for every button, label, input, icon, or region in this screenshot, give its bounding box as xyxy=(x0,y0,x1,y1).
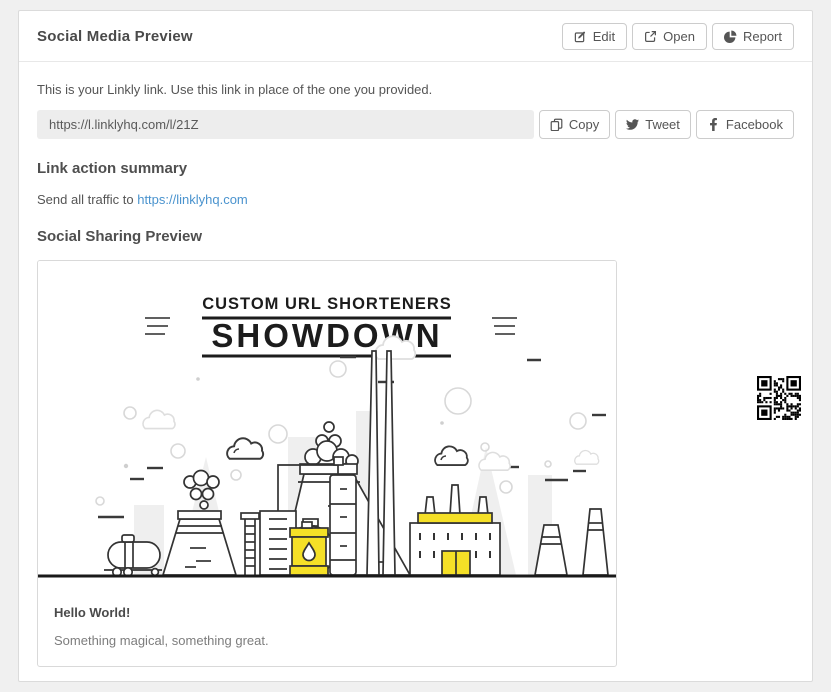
page-title: Social Media Preview xyxy=(37,28,193,45)
destination-link[interactable]: https://linklyhq.com xyxy=(137,192,248,207)
tweet-button[interactable]: Tweet xyxy=(615,110,691,139)
short-link-field[interactable]: https://l.linklyhq.com/l/21Z xyxy=(37,110,534,139)
open-button-label: Open xyxy=(663,30,695,43)
share-card-text: Hello World! Something magical, somethin… xyxy=(38,581,616,666)
poster-kicker: CUSTOM URL SHORTENERS xyxy=(202,295,452,313)
link-action-summary-heading: Link action summary xyxy=(37,160,794,177)
panel-body: This is your Linkly link. Use this link … xyxy=(19,62,812,681)
twitter-icon xyxy=(626,118,639,131)
share-card-illustration: CUSTOM URL SHORTENERS SHOWDOWN xyxy=(38,261,616,581)
facebook-button-label: Facebook xyxy=(726,118,783,131)
tweet-button-label: Tweet xyxy=(645,118,680,131)
social-media-preview-panel: Social Media Preview Edit Open xyxy=(18,10,813,682)
share-card-title: Hello World! xyxy=(54,605,600,620)
short-link-row: https://l.linklyhq.com/l/21Z Copy Tweet … xyxy=(37,110,794,139)
intro-text: This is your Linkly link. Use this link … xyxy=(37,82,794,97)
facebook-icon xyxy=(707,118,720,131)
copy-button[interactable]: Copy xyxy=(539,110,610,139)
header-toolbar: Edit Open Report xyxy=(557,23,794,50)
facebook-button[interactable]: Facebook xyxy=(696,110,794,139)
social-sharing-preview-heading: Social Sharing Preview xyxy=(37,228,794,245)
report-button-label: Report xyxy=(743,30,782,43)
edit-icon xyxy=(574,30,587,43)
panel-header: Social Media Preview Edit Open xyxy=(19,11,812,62)
open-button[interactable]: Open xyxy=(632,23,707,50)
share-card-description: Something magical, something great. xyxy=(54,633,600,648)
copy-icon xyxy=(550,118,563,131)
pie-chart-icon xyxy=(724,30,737,43)
social-share-card: CUSTOM URL SHORTENERS SHOWDOWN xyxy=(37,260,617,667)
external-link-icon xyxy=(644,30,657,43)
qr-code xyxy=(752,371,806,425)
edit-button-label: Edit xyxy=(593,30,615,43)
report-button[interactable]: Report xyxy=(712,23,794,50)
link-action-summary-line: Send all traffic to https://linklyhq.com xyxy=(37,192,794,207)
copy-button-label: Copy xyxy=(569,118,599,131)
send-all-traffic-text: Send all traffic to xyxy=(37,192,137,207)
edit-button[interactable]: Edit xyxy=(562,23,627,50)
